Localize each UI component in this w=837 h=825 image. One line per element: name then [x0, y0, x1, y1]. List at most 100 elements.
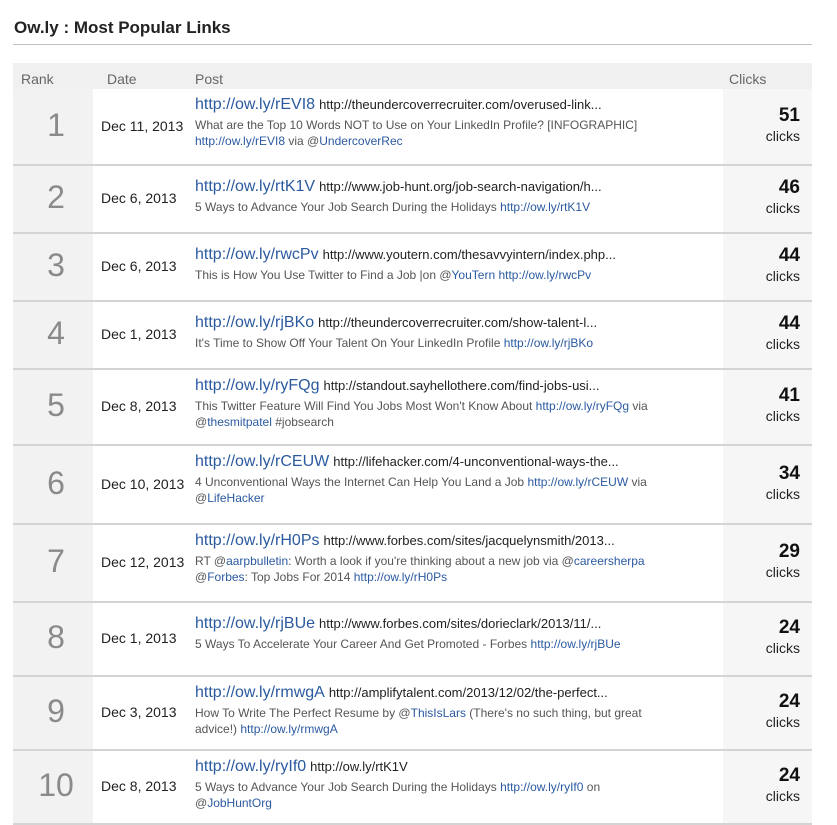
table-row: 4 Dec 1, 2013 http://ow.ly/rjBKo http://the… [13, 302, 812, 370]
mention-link[interactable]: UndercoverRec [319, 134, 402, 148]
post-link-line: http://ow.ly/rtK1V http://www.job-hunt.or… [195, 178, 715, 196]
target-url: http://amplifytalent.com/2013/12/02/the-… [328, 685, 608, 700]
short-link[interactable]: http://ow.ly/rjBKo [195, 314, 314, 331]
mention-link[interactable]: ThisIsLars [411, 706, 466, 720]
post-description: It's Time to Show Off Your Talent On You… [195, 335, 715, 351]
description-text: @ [195, 491, 208, 505]
post-link-line: http://ow.ly/rCEUW http://lifehacker.com/… [195, 453, 715, 471]
target-url: http://theundercoverrecruiter.com/overus… [319, 97, 602, 112]
post-link-line: http://ow.ly/rEVI8 http://theundercoverre… [195, 96, 715, 114]
page-title: Ow.ly : Most Popular Links [14, 18, 231, 37]
rank-number: 7 [47, 543, 65, 579]
clicks-count: 41 [778, 385, 800, 406]
clicks-count: 24 [778, 765, 800, 786]
description-text: #jobsearch [271, 415, 334, 429]
description-text: What are the Top 10 Words NOT to Use on … [195, 118, 638, 132]
clicks-cell: 24 clicks [720, 765, 800, 804]
links-table: 1 Dec 11, 2013 http://ow.ly/rEVI8 http://th… [13, 89, 812, 825]
description-text: It's Time to Show Off Your Talent On You… [195, 336, 504, 350]
post-cell: http://ow.ly/rjBKo http://theundercoverre… [195, 314, 715, 351]
post-date: Dec 8, 2013 [101, 778, 177, 794]
description-text: on [583, 780, 601, 794]
description-link[interactable]: http://ow.ly/ryFQg [536, 399, 629, 413]
short-link[interactable]: http://ow.ly/rH0Ps [195, 532, 320, 549]
post-description: 5 Ways To Accelerate Your Career And Get… [195, 636, 715, 652]
post-link-line: http://ow.ly/rjBUe http://www.forbes.com/… [195, 615, 715, 633]
description-text: This is How You Use Twitter to Find a Jo… [195, 268, 452, 282]
post-description: How To Write The Perfect Resume by @This… [195, 705, 715, 737]
description-text: 5 Ways to Advance Your Job Search During… [195, 200, 501, 214]
post-cell: http://ow.ly/rEVI8 http://theundercoverre… [195, 96, 715, 149]
title-divider [13, 44, 812, 45]
target-url: http://lifehacker.com/4-unconventional-w… [333, 454, 619, 469]
short-link[interactable]: http://ow.ly/ryFQg [195, 377, 319, 394]
target-url: http://www.forbes.com/sites/dorieclark/2… [319, 616, 602, 631]
description-link[interactable]: http://ow.ly/rjBUe [531, 637, 621, 651]
mention-link[interactable]: careersherpa [574, 554, 645, 568]
description-link[interactable]: http://ow.ly/rwcPv [498, 268, 591, 282]
rank-number: 9 [47, 693, 65, 729]
clicks-count: 34 [778, 462, 800, 484]
description-link[interactable]: http://ow.ly/rEVI8 [195, 134, 285, 148]
clicks-label: clicks [765, 268, 800, 284]
description-text: RT @ [195, 554, 227, 568]
post-description: This is How You Use Twitter to Find a Jo… [195, 267, 715, 283]
description-link[interactable]: http://ow.ly/rmwgA [240, 722, 337, 736]
table-row: 6 Dec 10, 2013 http://ow.ly/rCEUW http://li… [13, 446, 812, 525]
mention-link[interactable]: Forbes [207, 570, 244, 584]
rank-number: 8 [47, 619, 65, 655]
mention-link[interactable]: thesmitpatel [207, 415, 272, 429]
short-link[interactable]: http://ow.ly/rjBUe [195, 615, 315, 632]
description-text: @ [195, 796, 208, 810]
description-text: @ [195, 415, 208, 429]
clicks-count: 24 [778, 691, 800, 712]
short-link[interactable]: http://ow.ly/rEVI8 [195, 96, 315, 113]
clicks-count: 46 [778, 177, 800, 198]
mention-link[interactable]: YouTern [452, 268, 496, 282]
table-row: 1 Dec 11, 2013 http://ow.ly/rEVI8 http://th… [13, 89, 812, 166]
description-link[interactable]: http://ow.ly/rjBKo [504, 336, 593, 350]
post-link-line: http://ow.ly/rjBKo http://theundercoverre… [195, 314, 715, 332]
clicks-cell: 24 clicks [720, 691, 800, 730]
clicks-cell: 51 clicks [720, 105, 800, 144]
post-link-line: http://ow.ly/ryIf0 http://ow.ly/rtK1V [195, 758, 715, 776]
target-url: http://theundercoverrecruiter.com/show-t… [318, 315, 598, 330]
clicks-label: clicks [765, 127, 800, 144]
header-clicks: Clicks [729, 71, 767, 87]
post-date: Dec 1, 2013 [101, 630, 177, 646]
description-link[interactable]: http://ow.ly/rCEUW [527, 475, 628, 489]
target-url: http://www.forbes.com/sites/jacquelynsmi… [323, 533, 615, 548]
rank-number: 2 [47, 179, 65, 215]
short-link[interactable]: http://ow.ly/ryIf0 [195, 758, 306, 775]
rank-number: 1 [47, 106, 65, 143]
header-rank: Rank [21, 71, 54, 87]
short-link[interactable]: http://ow.ly/rwcPv [195, 246, 319, 263]
clicks-count: 24 [778, 617, 800, 638]
mention-link[interactable]: aarpbulletin [226, 554, 288, 568]
target-url: http://www.job-hunt.org/job-search-navig… [319, 179, 602, 194]
post-cell: http://ow.ly/rwcPv http://www.youtern.com… [195, 246, 715, 283]
mention-link[interactable]: LifeHacker [207, 491, 264, 505]
target-url: http://ow.ly/rtK1V [310, 759, 408, 774]
rank-number: 10 [38, 767, 74, 803]
table-row: 3 Dec 6, 2013 http://ow.ly/rwcPv http://www… [13, 234, 812, 302]
description-link[interactable]: http://ow.ly/ryIf0 [500, 780, 583, 794]
description-link[interactable]: http://ow.ly/rtK1V [500, 200, 590, 214]
post-description: 4 Unconventional Ways the Internet Can H… [195, 474, 715, 506]
description-text: via @ [285, 134, 320, 148]
short-link[interactable]: http://ow.ly/rmwgA [195, 684, 325, 701]
post-cell: http://ow.ly/rCEUW http://lifehacker.com/… [195, 453, 715, 506]
table-row: 5 Dec 8, 2013 http://ow.ly/ryFQg http://sta… [13, 370, 812, 446]
description-link[interactable]: http://ow.ly/rH0Ps [354, 570, 447, 584]
post-cell: http://ow.ly/ryIf0 http://ow.ly/rtK1V 5 Wa… [195, 758, 715, 811]
clicks-cell: 29 clicks [720, 541, 800, 580]
clicks-count: 29 [778, 541, 800, 562]
short-link[interactable]: http://ow.ly/rCEUW [195, 453, 329, 470]
clicks-cell: 41 clicks [720, 385, 800, 424]
post-date: Dec 3, 2013 [101, 704, 177, 720]
short-link[interactable]: http://ow.ly/rtK1V [195, 178, 315, 195]
post-description: 5 Ways to Advance Your Job Search During… [195, 199, 715, 215]
mention-link[interactable]: JobHuntOrg [207, 796, 272, 810]
post-cell: http://ow.ly/rmwgA http://amplifytalent.c… [195, 684, 715, 737]
post-description: RT @aarpbulletin: Worth a look if you're… [195, 553, 715, 585]
